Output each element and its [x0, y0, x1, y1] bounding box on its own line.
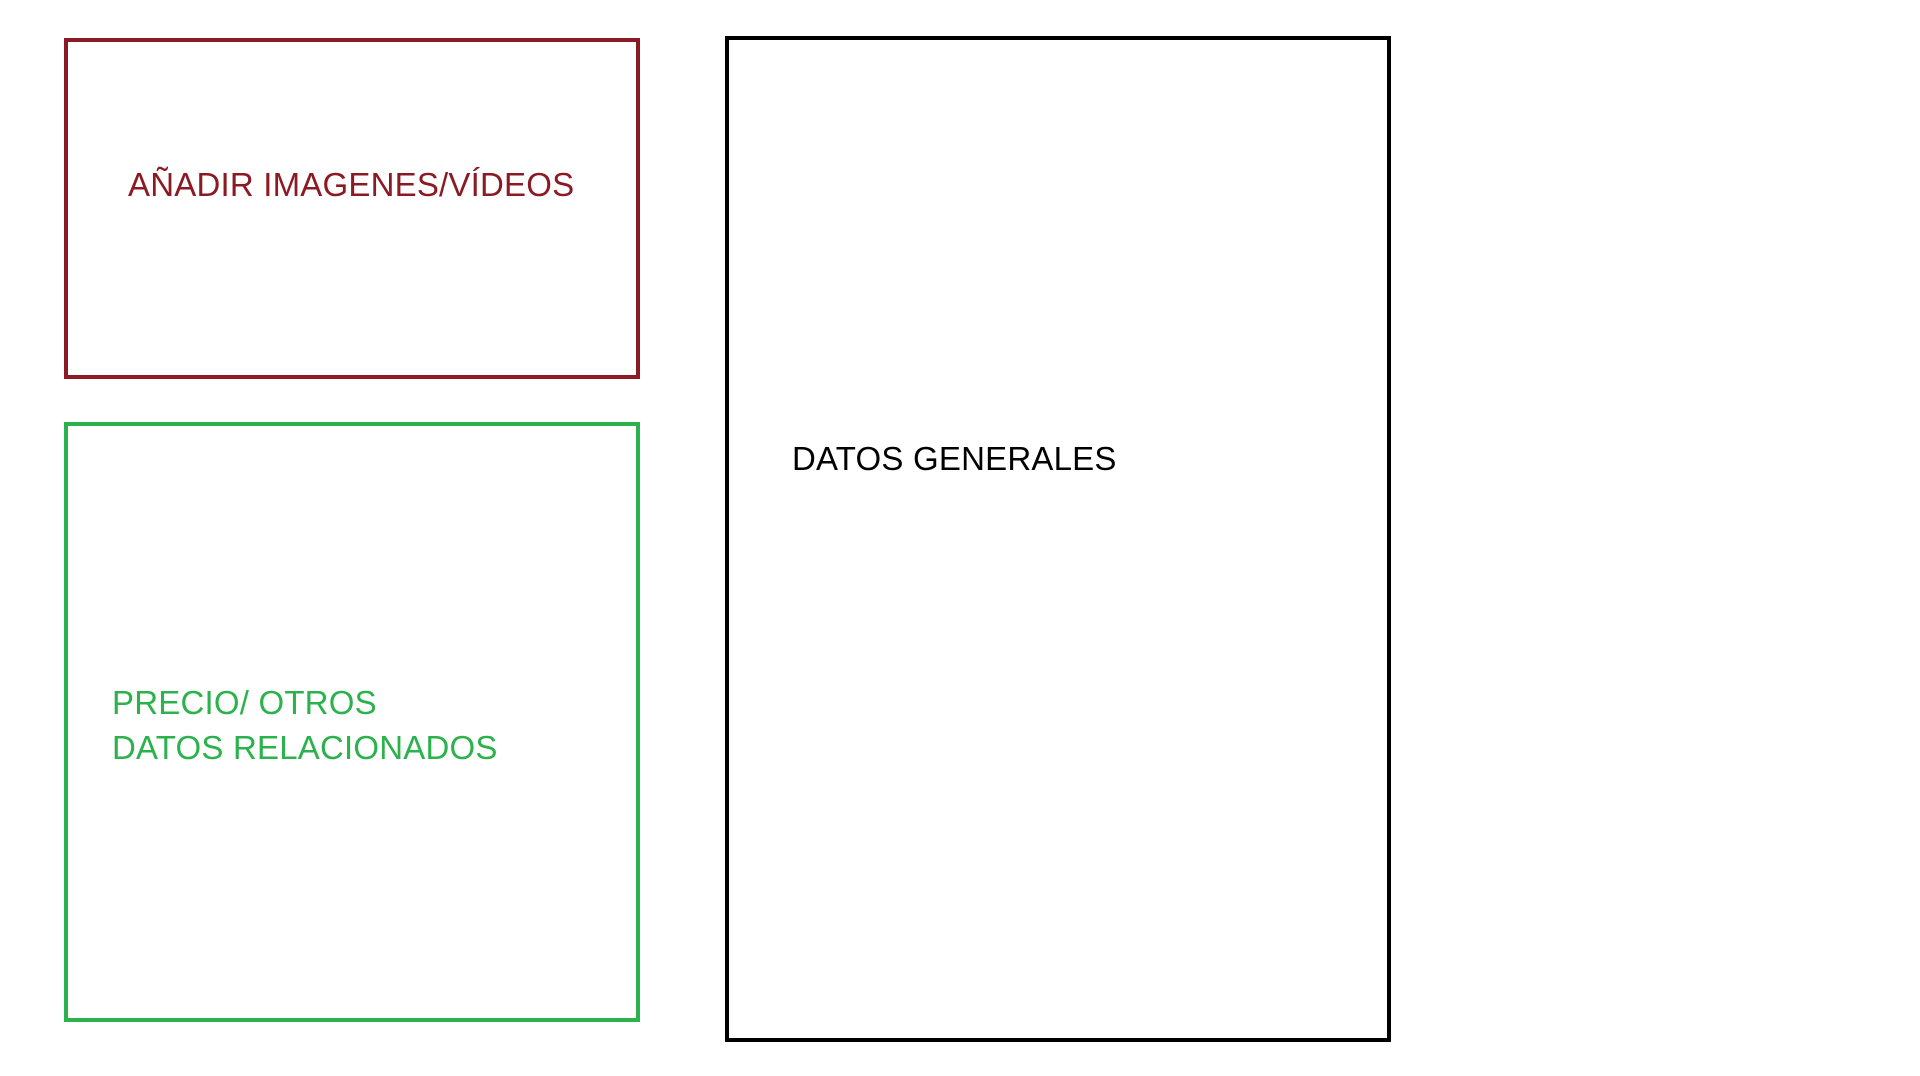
- price-related-data-box[interactable]: PRECIO/ OTROS DATOS RELACIONADOS: [64, 422, 640, 1022]
- general-data-label: DATOS GENERALES: [792, 440, 1117, 477]
- media-upload-label: AÑADIR IMAGENES/VÍDEOS: [128, 166, 575, 203]
- general-data-box[interactable]: DATOS GENERALES: [725, 36, 1391, 1042]
- price-label-line-2: DATOS RELACIONADOS: [112, 729, 498, 766]
- media-upload-box[interactable]: AÑADIR IMAGENES/VÍDEOS: [64, 38, 640, 379]
- price-label-line-1: PRECIO/ OTROS: [112, 684, 377, 721]
- wireframe-canvas: AÑADIR IMAGENES/VÍDEOS PRECIO/ OTROS DAT…: [0, 0, 1920, 1076]
- price-related-data-label: PRECIO/ OTROS DATOS RELACIONADOS: [112, 680, 498, 770]
